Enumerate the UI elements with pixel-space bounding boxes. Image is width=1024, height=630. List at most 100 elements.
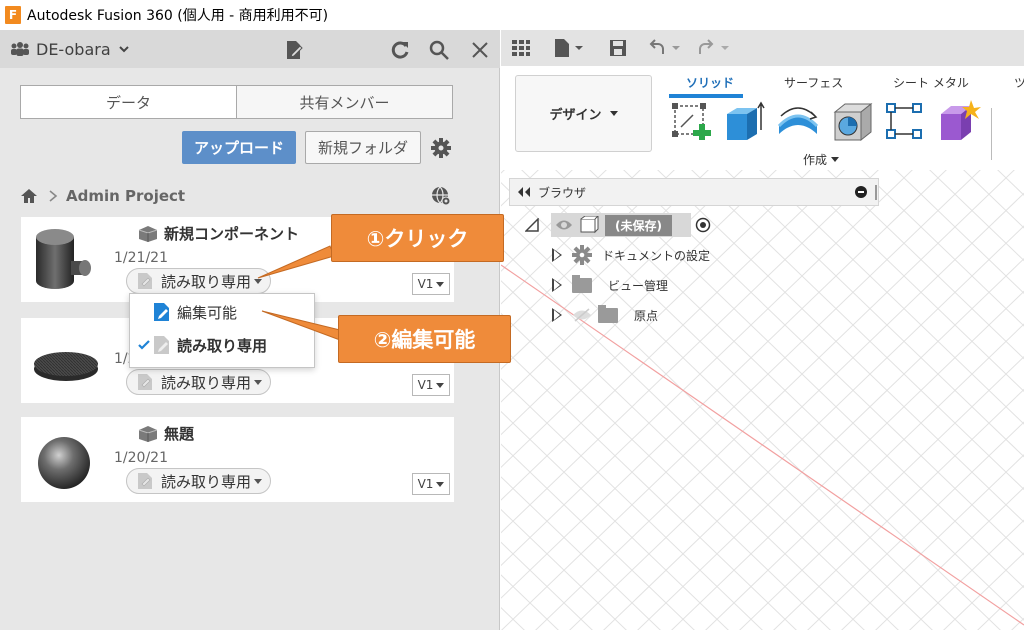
eye-hidden-icon[interactable] <box>572 308 592 322</box>
shell-icon[interactable] <box>831 100 875 144</box>
team-icon[interactable] <box>10 42 30 56</box>
grid-line <box>705 323 1024 630</box>
ribbon-tab-tools[interactable]: ツ <box>1014 74 1024 91</box>
close-icon[interactable] <box>469 39 491 61</box>
team-name[interactable]: DE-obara <box>36 40 111 59</box>
chevron-down-icon[interactable] <box>118 44 129 54</box>
title-bar: F Autodesk Fusion 360 (個人用 - 商用利用不可) <box>0 0 1024 30</box>
fusion-logo-icon: F <box>5 6 21 24</box>
app-window: F Autodesk Fusion 360 (個人用 - 商用利用不可) DE-… <box>0 0 1024 630</box>
permission-dropdown[interactable]: 読み取り専用 <box>126 468 272 494</box>
cylinder-thumbnail <box>36 229 91 289</box>
expand-arrow-icon[interactable] <box>552 308 562 322</box>
root-component-name[interactable]: (未保存) <box>605 214 672 236</box>
data-panel-header: DE-obara <box>0 30 500 68</box>
undo-icon[interactable] <box>648 39 682 57</box>
ribbon-tab-solid[interactable]: ソリッド <box>686 74 734 91</box>
workspace-switcher[interactable]: デザイン <box>515 75 652 152</box>
construct-plane-icon[interactable] <box>885 102 925 142</box>
insert-mesh-icon[interactable] <box>937 100 981 144</box>
callout-editable: ②編集可能 <box>338 315 511 363</box>
ribbon-divider <box>991 108 992 160</box>
grid-line <box>739 356 1024 630</box>
component-box-icon <box>138 425 158 442</box>
create-sketch-icon[interactable] <box>671 102 713 144</box>
revolve-icon[interactable] <box>775 100 821 144</box>
browser-node-origin[interactable]: 原点 <box>552 302 658 328</box>
extrude-icon[interactable] <box>723 100 765 144</box>
window-title: Autodesk Fusion 360 (個人用 - 商用利用不可) <box>27 8 329 24</box>
minimize-icon[interactable] <box>855 186 867 198</box>
caret-down-icon <box>254 379 263 385</box>
folder-icon <box>598 304 618 323</box>
breadcrumb-project[interactable]: Admin Project <box>66 187 185 205</box>
home-icon[interactable] <box>20 188 38 204</box>
browser-node-document-settings[interactable]: ドキュメントの設定 <box>552 242 710 268</box>
disc-thumbnail <box>34 352 98 381</box>
version-select[interactable]: V1 <box>412 273 450 295</box>
activate-radio-icon[interactable] <box>695 217 711 233</box>
checkmark-icon <box>138 340 150 350</box>
redo-icon[interactable] <box>697 39 731 57</box>
refresh-icon[interactable] <box>389 39 411 61</box>
expanded-triangle-icon[interactable] <box>525 218 539 232</box>
gear-icon[interactable] <box>430 137 452 159</box>
browser-root-node[interactable]: (未保存) <box>525 212 711 238</box>
panel-resize-handle[interactable] <box>875 185 877 200</box>
menu-item-read-only[interactable]: 読み取り専用 <box>130 331 314 359</box>
grid-line <box>943 552 1024 630</box>
callout-click: ①クリック <box>331 214 504 262</box>
create-menu[interactable]: 作成 <box>803 151 840 168</box>
grid-line <box>827 170 1024 360</box>
browser-node-named-views[interactable]: ビュー管理 <box>552 272 668 298</box>
file-menu-icon[interactable] <box>553 38 585 58</box>
collapse-left-icon[interactable] <box>516 187 532 197</box>
file-card[interactable]: 無題 1/20/21 読み取り専用 V1 <box>21 417 454 502</box>
sphere-thumbnail <box>38 437 90 489</box>
version-select[interactable]: V1 <box>412 473 450 495</box>
permission-label: 読み取り専用 <box>161 472 252 491</box>
ribbon-tab-surface[interactable]: サーフェス <box>784 74 843 91</box>
upload-button[interactable]: アップロード <box>182 131 296 164</box>
tab-data[interactable]: データ <box>21 86 236 118</box>
editable-document-icon <box>154 303 169 321</box>
edit-document-icon[interactable] <box>283 39 305 61</box>
browser-title: ブラウザ <box>538 185 587 200</box>
grid-line <box>501 170 981 630</box>
tab-shared-members[interactable]: 共有メンバー <box>236 86 452 118</box>
document-icon <box>138 273 152 289</box>
new-folder-button[interactable]: 新規フォルダ <box>305 131 421 164</box>
search-icon[interactable] <box>428 39 450 61</box>
read-only-document-icon <box>154 336 169 354</box>
document-icon <box>138 473 152 489</box>
expand-arrow-icon[interactable] <box>552 248 562 262</box>
grid-line <box>569 192 1024 630</box>
ribbon-tab-sheet-metal[interactable]: シート メタル <box>893 74 969 91</box>
app-grid-icon[interactable] <box>511 39 531 57</box>
component-box-icon <box>138 225 158 242</box>
grid-line <box>501 170 539 207</box>
eye-icon[interactable] <box>555 218 573 232</box>
breadcrumb: Admin Project <box>20 186 185 206</box>
globe-icon[interactable] <box>430 185 452 207</box>
grid-line <box>501 170 811 469</box>
design-workspace: デザイン ソリッド サーフェス シート メタル ツ 作成 ブラウザ (未保存) … <box>501 30 1024 630</box>
grid-line <box>501 170 743 403</box>
component-icon <box>580 216 599 234</box>
grid-line <box>929 170 1024 262</box>
file-name[interactable]: 新規コンポーネント <box>164 223 299 244</box>
permission-dropdown[interactable]: 読み取り専用 <box>126 369 272 395</box>
folder-icon <box>572 274 592 293</box>
grid-line <box>501 170 675 338</box>
menu-item-editable[interactable]: 編集可能 <box>130 298 314 326</box>
file-date: 1/20/21 <box>114 450 168 466</box>
permission-dropdown[interactable]: 読み取り専用 <box>126 268 272 294</box>
file-name[interactable]: 無題 <box>164 423 194 444</box>
ground-grid <box>501 170 1024 630</box>
grid-line <box>501 170 845 501</box>
version-select[interactable]: V1 <box>412 374 450 396</box>
expand-arrow-icon[interactable] <box>552 278 562 292</box>
grid-line <box>501 170 709 370</box>
permission-label: 読み取り専用 <box>161 373 252 392</box>
save-icon[interactable] <box>608 38 628 58</box>
